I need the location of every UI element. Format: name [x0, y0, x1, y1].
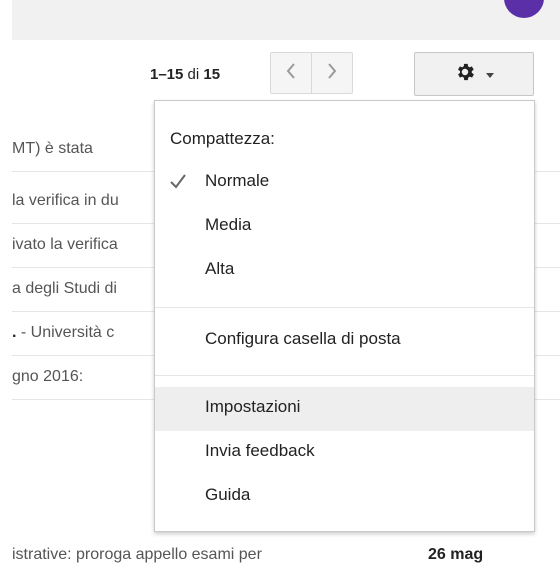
- menu-divider: [155, 375, 534, 376]
- density-header: Compattezza:: [170, 129, 275, 148]
- mail-snippet: gno 2016:: [12, 368, 84, 385]
- pagination-label: 1–15 di 15: [150, 66, 220, 83]
- menu-divider: [155, 307, 534, 308]
- density-option-label: Normale: [205, 171, 270, 190]
- mail-snippet: ivato la verifica: [12, 236, 118, 253]
- gear-icon: [454, 61, 476, 88]
- density-option-label: Alta: [205, 259, 235, 278]
- account-avatar[interactable]: [504, 0, 544, 18]
- feedback-label: Invia feedback: [205, 441, 315, 460]
- settings-item[interactable]: Impostazioni: [155, 387, 534, 431]
- pagination-total: 15: [203, 66, 221, 83]
- mail-date: 26 mag: [428, 546, 484, 563]
- configure-inbox-label: Configura casella di posta: [205, 329, 401, 348]
- older-button[interactable]: [311, 52, 353, 94]
- mail-snippet: istrative: proroga appello esami per: [12, 546, 262, 563]
- density-option-normale[interactable]: Normale: [155, 161, 534, 205]
- chevron-right-icon: [326, 62, 338, 85]
- settings-menu: Compattezza: Normale Media Alta Configur…: [154, 100, 535, 532]
- help-label: Guida: [205, 485, 251, 504]
- help-item[interactable]: Guida: [155, 475, 534, 519]
- caret-down-icon: [486, 65, 494, 83]
- mail-snippet-rest: - Università c: [16, 324, 115, 341]
- configure-inbox-item[interactable]: Configura casella di posta: [155, 319, 534, 363]
- mail-row[interactable]: istrative: proroga appello esami per 26 …: [12, 534, 560, 578]
- check-icon: [169, 173, 187, 194]
- feedback-item[interactable]: Invia feedback: [155, 431, 534, 475]
- mail-snippet: . - Università c: [12, 324, 114, 342]
- chevron-left-icon: [285, 62, 297, 85]
- pagination-of: di: [187, 66, 200, 83]
- settings-button[interactable]: [414, 52, 534, 96]
- newer-button[interactable]: [270, 52, 312, 94]
- density-option-label: Media: [205, 215, 252, 234]
- mail-snippet: a degli Studi di: [12, 280, 117, 297]
- mail-snippet: la verifica in du: [12, 192, 119, 209]
- density-option-alta[interactable]: Alta: [155, 249, 534, 293]
- density-option-media[interactable]: Media: [155, 205, 534, 249]
- mail-snippet: MT) è stata: [12, 140, 93, 157]
- pagination-range: 1–15: [150, 66, 184, 83]
- settings-label: Impostazioni: [205, 397, 301, 416]
- top-bar: [12, 0, 560, 40]
